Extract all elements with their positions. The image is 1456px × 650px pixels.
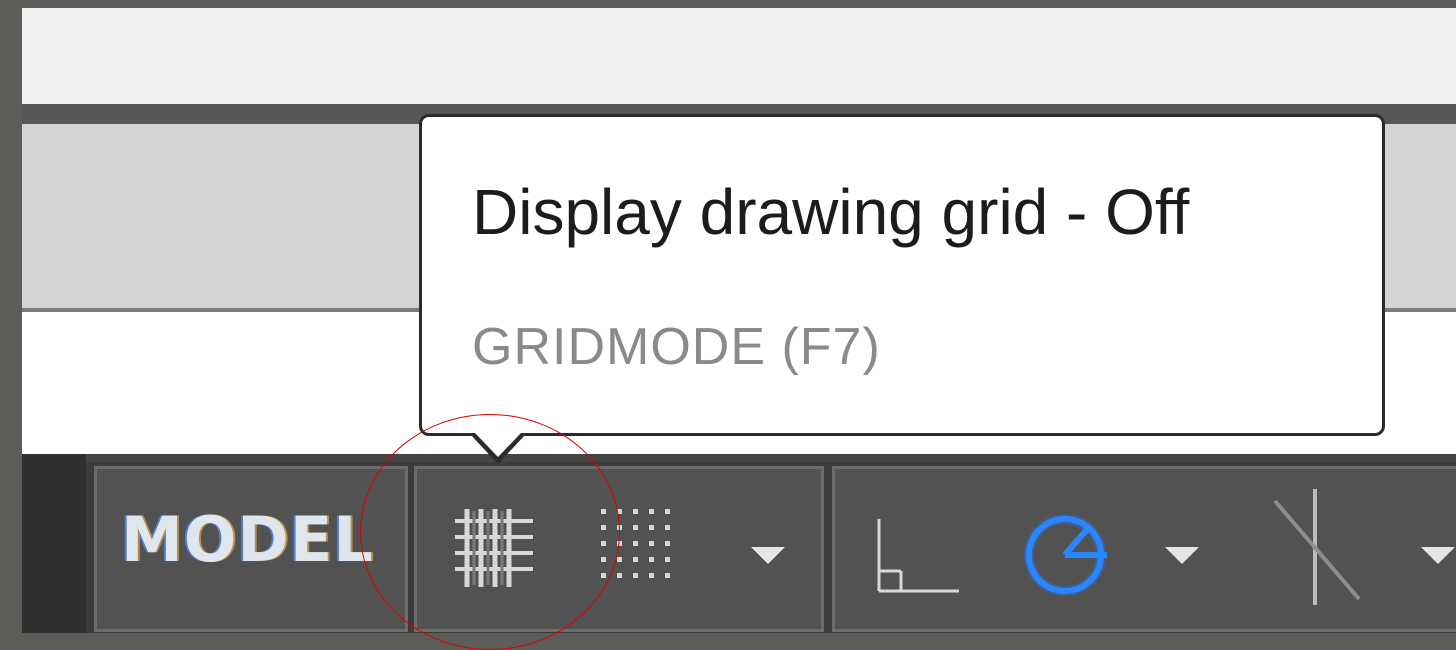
tooltip: Display drawing grid - Off GRIDMODE (F7) bbox=[419, 114, 1385, 436]
model-space-button[interactable]: MODEL bbox=[121, 503, 374, 576]
ortho-mode-icon[interactable] bbox=[873, 515, 963, 595]
tooltip-command: GRIDMODE (F7) bbox=[472, 318, 881, 376]
model-space-group: MODEL bbox=[94, 466, 408, 632]
snap-mode-icon[interactable] bbox=[595, 503, 689, 593]
polar-tracking-icon[interactable] bbox=[1015, 505, 1115, 605]
drafting-aids-group bbox=[832, 466, 1456, 632]
status-bar-top-strip bbox=[86, 454, 1456, 462]
status-bar-left-edge bbox=[22, 454, 86, 633]
chevron-down-icon[interactable] bbox=[1421, 547, 1455, 564]
status-bar: MODEL bbox=[22, 454, 1456, 633]
chevron-down-icon[interactable] bbox=[1165, 547, 1199, 564]
grid-snap-group bbox=[414, 466, 824, 632]
ribbon-area bbox=[22, 8, 1456, 104]
grid-display-icon[interactable] bbox=[447, 503, 541, 593]
tooltip-title: Display drawing grid - Off bbox=[472, 176, 1190, 248]
tooltip-pointer-fill bbox=[475, 433, 521, 457]
isometric-drafting-icon[interactable] bbox=[1255, 487, 1375, 607]
chevron-down-icon[interactable] bbox=[751, 547, 785, 564]
